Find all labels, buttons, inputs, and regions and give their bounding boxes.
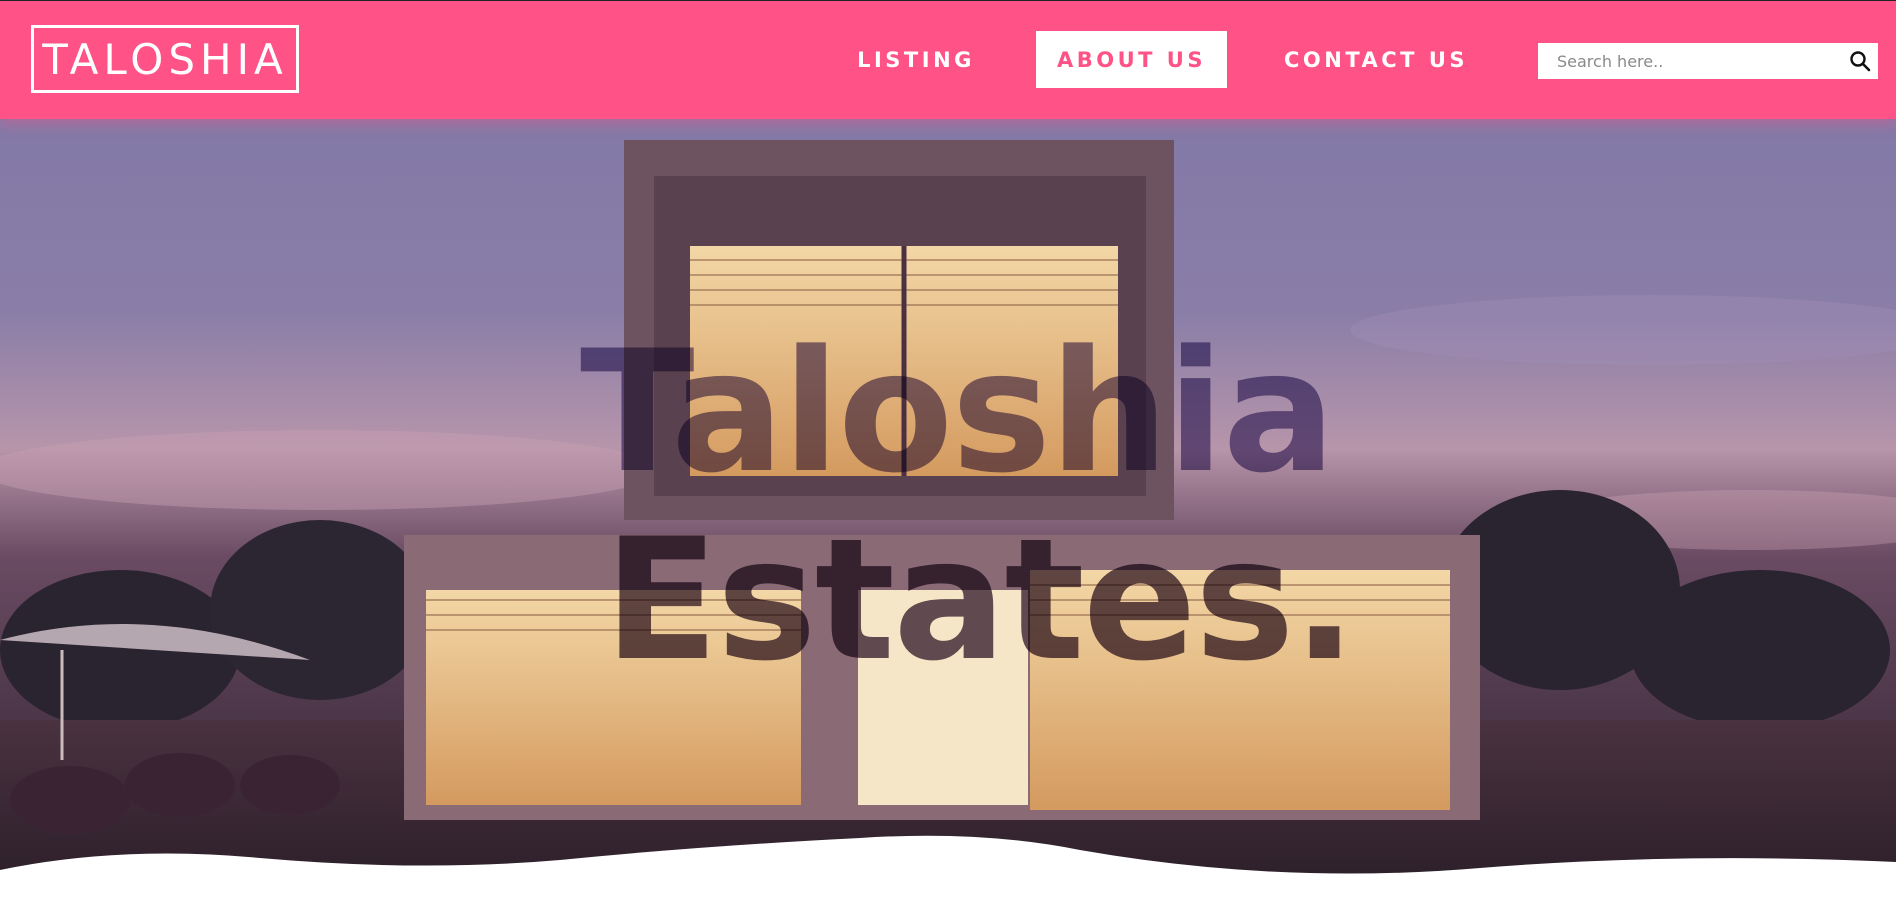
hero-title-line-1: Taloshia xyxy=(580,314,1336,510)
top-navigation-bar: TALOSHIA LISTING ABOUT US CONTACT US xyxy=(0,0,1896,119)
nav-link-contact-us[interactable]: CONTACT US xyxy=(1270,31,1482,88)
search-icon[interactable] xyxy=(1848,49,1872,73)
hero-title-line-2: Estates. xyxy=(604,502,1357,698)
nav-link-listing[interactable]: LISTING xyxy=(836,31,996,88)
search-input[interactable] xyxy=(1538,43,1838,79)
nav-link-about-us[interactable]: ABOUT US xyxy=(1036,31,1227,88)
site-logo[interactable]: TALOSHIA xyxy=(31,25,299,93)
hero-section: Taloshia Estates. xyxy=(0,0,1896,897)
search-bar xyxy=(1538,43,1878,79)
hero-title: Taloshia Estates. xyxy=(580,314,1357,698)
